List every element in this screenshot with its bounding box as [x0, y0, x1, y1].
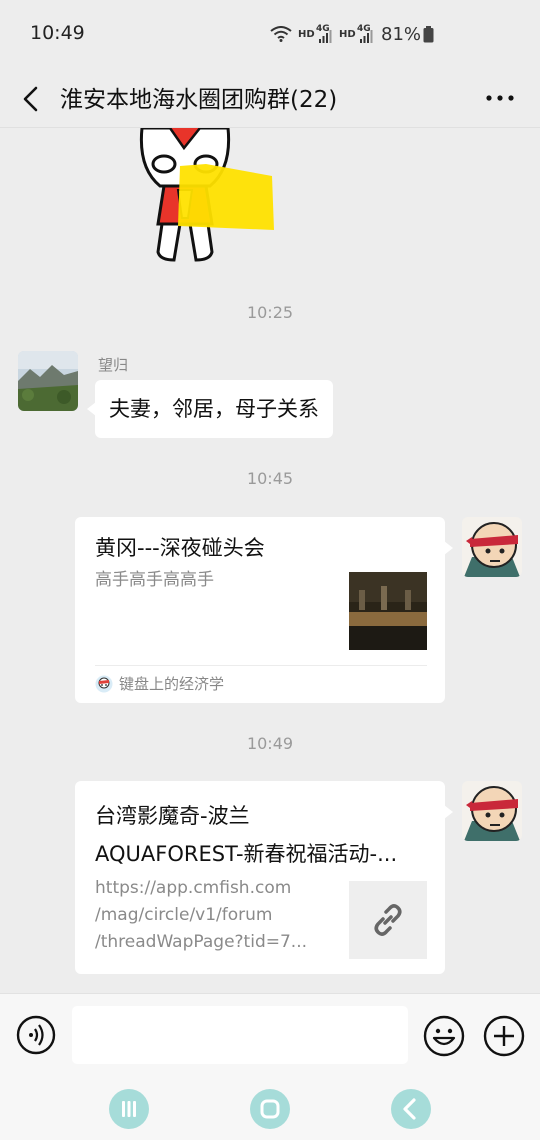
link-url-line-1: https://app.cmfish.com: [95, 878, 292, 898]
emoji-button[interactable]: [423, 1015, 465, 1057]
message-input[interactable]: [72, 1006, 408, 1064]
hd-label-2: HD: [339, 29, 356, 40]
article-source: 键盘上的经济学: [95, 673, 224, 694]
cartoon-hero-sticker-icon: [139, 126, 274, 262]
status-bar: 10:49 HD 4G HD 4G 81%: [0, 0, 540, 70]
wifi-icon: [270, 26, 292, 42]
battery-percent: 81%: [381, 24, 422, 45]
status-time: 10:49: [30, 22, 85, 44]
sticker-message[interactable]: [134, 126, 276, 268]
message-timestamp: 10:49: [246, 734, 294, 753]
emoji-icon: [423, 1015, 465, 1057]
signal-icon: [319, 30, 332, 43]
chat-title: 淮安本地海水圈团购群(22): [60, 87, 338, 113]
hd-label-1: HD: [298, 29, 315, 40]
more-options-button[interactable]: [484, 84, 516, 112]
link-url-line-3: /threadWapPage?tid=7...: [95, 932, 308, 952]
source-account-icon: [95, 675, 113, 692]
cartoon-avatar-icon: [464, 786, 520, 841]
more-actions-button[interactable]: [483, 1015, 525, 1057]
plus-icon: [483, 1015, 525, 1057]
voice-input-button[interactable]: [16, 1015, 56, 1055]
article-source-name: 键盘上的经济学: [119, 675, 225, 693]
link-thumbnail: [349, 881, 427, 959]
system-nav-bar: [0, 1079, 540, 1140]
sender-name: 望归: [98, 356, 129, 374]
sender-avatar[interactable]: [18, 351, 78, 411]
battery-icon: [423, 26, 434, 43]
article-title: 黄冈---深夜碰头会: [95, 536, 265, 560]
article-card[interactable]: 黄冈---深夜碰头会 高手高手高高手 键盘上的经济学: [75, 517, 453, 703]
article-image-icon: [349, 572, 427, 650]
landscape-avatar-icon: [18, 351, 78, 411]
chevron-left-icon: [23, 86, 38, 112]
chat-header: 淮安本地海水圈团购群(22): [0, 70, 540, 128]
cartoon-avatar-icon: [464, 522, 520, 577]
back-nav-button[interactable]: [391, 1089, 431, 1129]
text-message-bubble[interactable]: 夫妻，邻居，母子关系: [87, 380, 333, 438]
home-button[interactable]: [250, 1089, 290, 1129]
chevron-left-icon: [403, 1098, 416, 1120]
back-button[interactable]: [16, 80, 48, 118]
card-divider: [95, 665, 427, 666]
home-icon: [260, 1099, 280, 1119]
message-timestamp: 10:25: [246, 303, 294, 322]
article-thumbnail: [349, 572, 427, 650]
article-description: 高手高手高高手: [95, 570, 214, 590]
link-url-line-2: /mag/circle/v1/forum: [95, 905, 273, 925]
voice-icon: [16, 1015, 56, 1055]
signal-icon-2: [360, 30, 373, 43]
recent-apps-button[interactable]: [109, 1089, 149, 1129]
link-card[interactable]: 台湾影魔奇-波兰 AQUAFOREST-新春祝福活动-... https://a…: [75, 781, 453, 974]
self-avatar[interactable]: [462, 781, 522, 841]
message-timestamp: 10:45: [246, 469, 294, 488]
self-avatar[interactable]: [462, 517, 522, 577]
recent-apps-icon: [122, 1101, 136, 1117]
link-title-line-2: AQUAFOREST-新春祝福活动-...: [95, 842, 398, 866]
more-dots-icon: [486, 95, 514, 101]
link-icon: [374, 904, 402, 936]
link-title-line-1: 台湾影魔奇-波兰: [95, 804, 250, 828]
chat-input-bar: [0, 993, 540, 1079]
